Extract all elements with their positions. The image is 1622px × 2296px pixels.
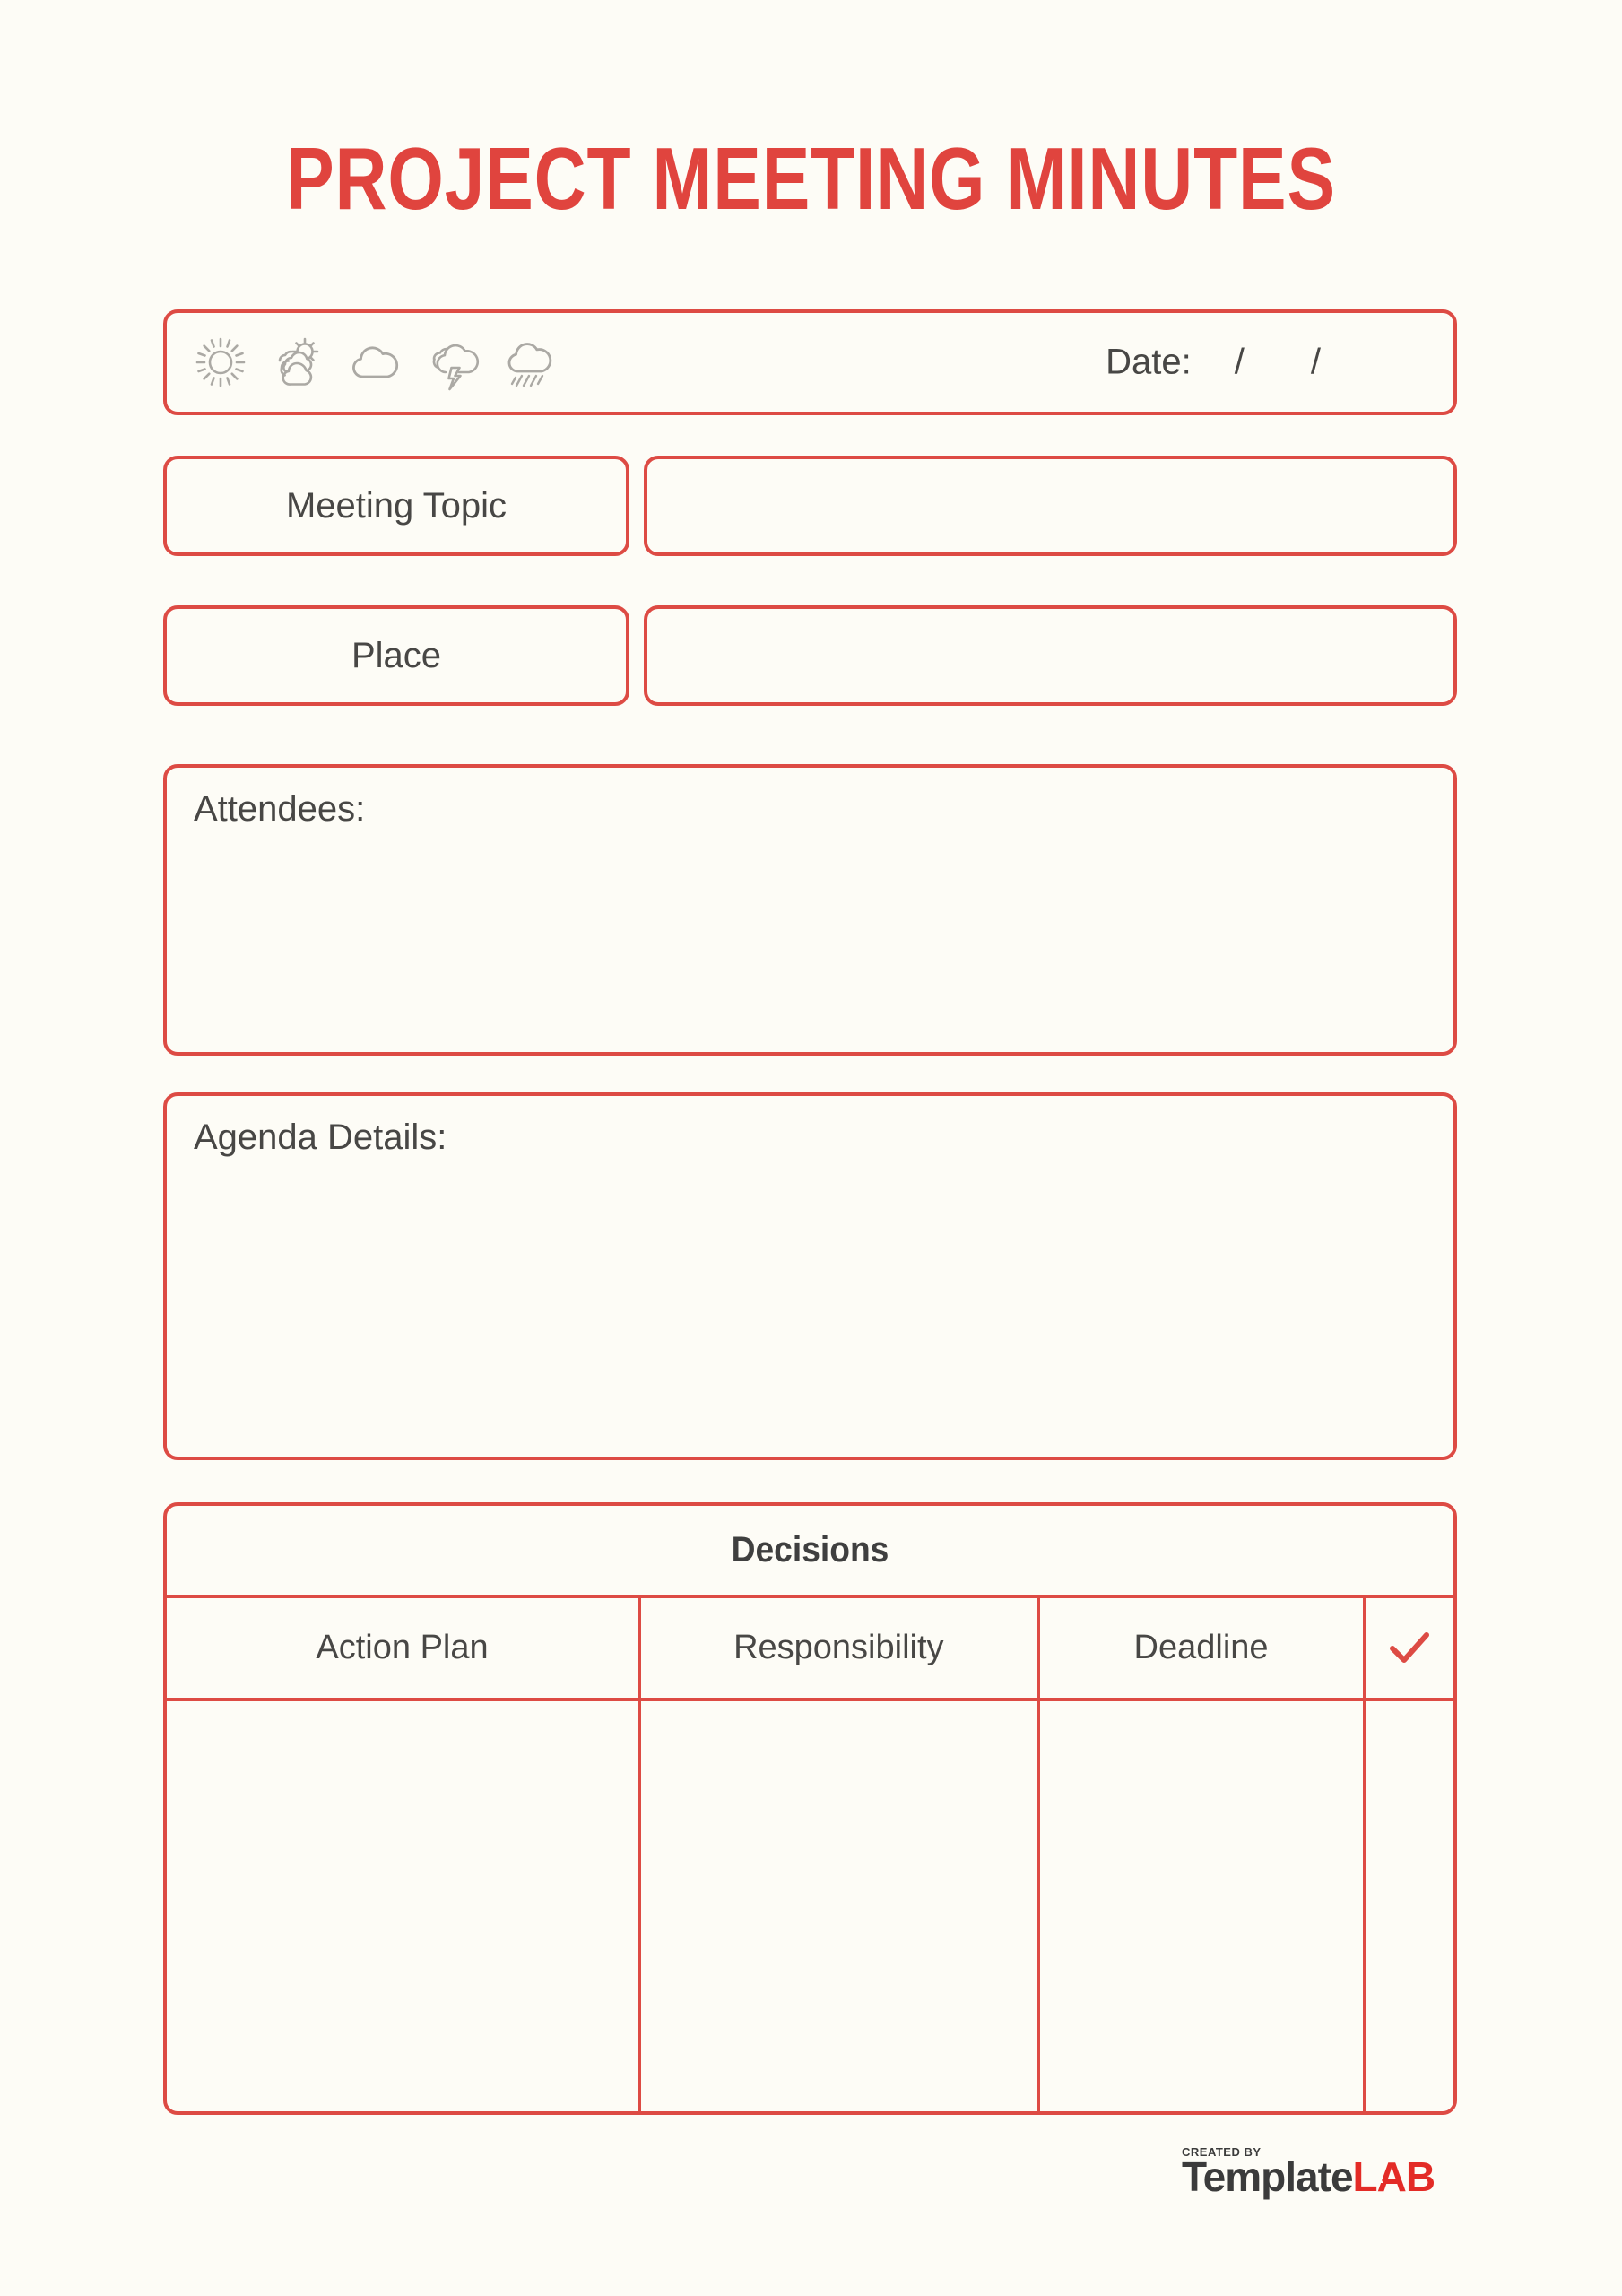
flask-icon (1365, 2162, 1383, 2183)
thunderstorm-icon[interactable] (423, 334, 481, 391)
date-field-group[interactable]: Date: / / (1106, 343, 1387, 383)
weather-date-bar: Date: / / (163, 309, 1457, 415)
page-title: PROJECT MEETING MINUTES (286, 129, 1336, 228)
attendees-label: Attendees: (194, 789, 366, 829)
brand-template-text: Template (1182, 2153, 1354, 2200)
brand-lab-text: LAB (1353, 2153, 1436, 2200)
sun-icon[interactable] (192, 334, 249, 391)
rain-icon[interactable] (500, 334, 558, 391)
decisions-title-row: Decisions (167, 1506, 1453, 1598)
column-header-responsibility: Responsibility (641, 1598, 1040, 1698)
checkmark-icon (1390, 1631, 1430, 1663)
page-canvas: PROJECT MEETING MINUTES Date: / / Meetin… (0, 0, 1622, 2296)
meeting-topic-label: Meeting Topic (163, 456, 629, 556)
brand-wordmark: TemplateLAB (1182, 2155, 1460, 2198)
meeting-topic-input[interactable] (644, 456, 1457, 556)
date-separator-1: / (1234, 342, 1245, 382)
cell-deadline[interactable] (1040, 1701, 1366, 2111)
agenda-details-label: Agenda Details: (194, 1118, 447, 1157)
cloud-icon[interactable] (346, 334, 403, 391)
date-separator-2: / (1310, 342, 1321, 382)
cell-done-checkbox[interactable] (1366, 1701, 1453, 2111)
table-row (167, 1701, 1453, 2111)
place-label-text: Place (351, 635, 442, 675)
decisions-table: Decisions Action Plan Responsibility Dea… (163, 1502, 1457, 2115)
cell-action-plan[interactable] (167, 1701, 642, 2111)
weather-icon-group (192, 334, 558, 391)
meeting-topic-label-text: Meeting Topic (285, 485, 507, 526)
decisions-title: Decisions (731, 1530, 889, 1570)
column-header-done (1366, 1598, 1453, 1698)
place-label: Place (163, 605, 629, 706)
templatelab-logo: CREATED BY TemplateLAB (1182, 2145, 1460, 2198)
decisions-header-row: Action Plan Responsibility Deadline (167, 1598, 1453, 1701)
column-header-deadline: Deadline (1040, 1598, 1366, 1698)
cell-responsibility[interactable] (641, 1701, 1040, 2111)
place-input[interactable] (644, 605, 1457, 706)
attendees-input[interactable]: Attendees: (163, 764, 1457, 1056)
date-label: Date: (1106, 342, 1192, 382)
partly-cloudy-icon[interactable] (269, 334, 326, 391)
agenda-details-input[interactable]: Agenda Details: (163, 1092, 1457, 1460)
column-header-action-plan: Action Plan (167, 1598, 642, 1698)
